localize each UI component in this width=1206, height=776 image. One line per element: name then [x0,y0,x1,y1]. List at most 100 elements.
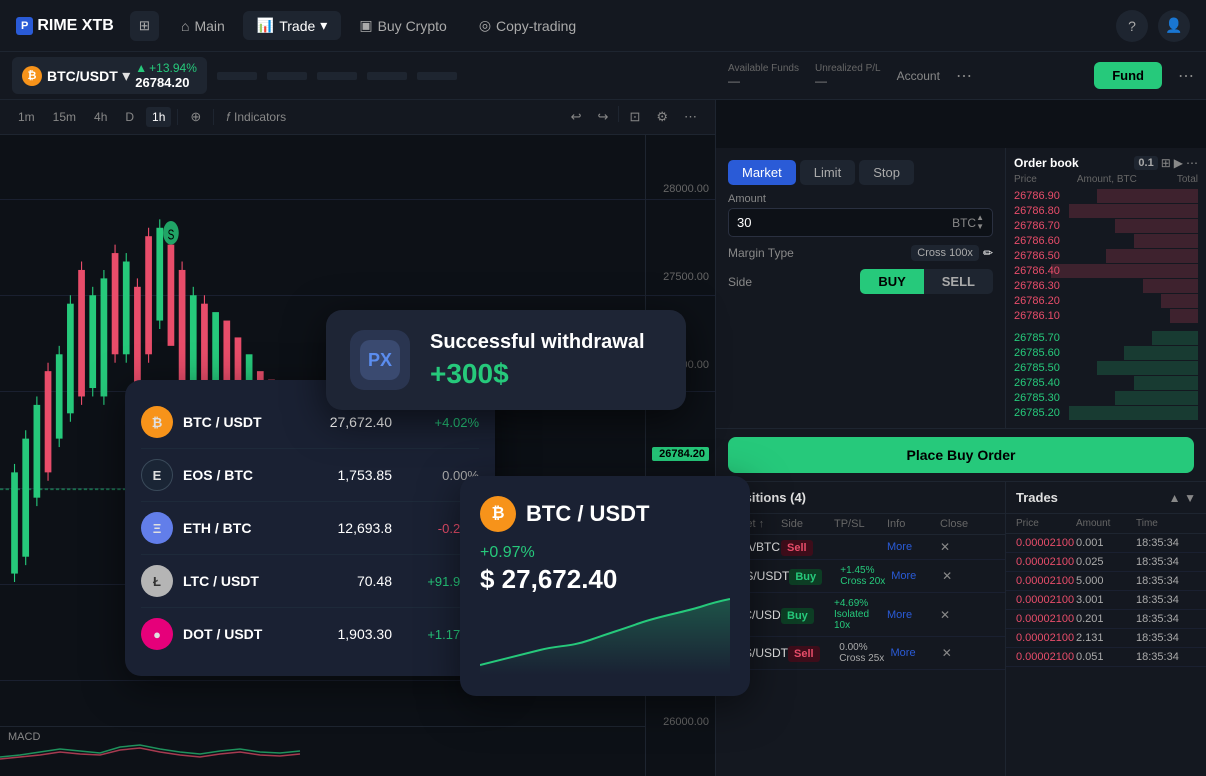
place-buy-order-btn[interactable]: Place Buy Order [728,437,1194,473]
chart-crosshair-btn[interactable]: ⊕ [184,106,207,128]
asset-row-eos[interactable]: E EOS / BTC 1,753.85 0.00% [141,449,479,502]
settings-chart-btn[interactable]: ⚙ [650,106,674,128]
indicators-icon: 𝑓 [226,110,230,125]
eos-asset-price: 1,753.85 [312,467,392,483]
ob-bar [1152,331,1198,345]
ticker-badge[interactable]: ₿ BTC/USDT ▾ ▲+13.94% 26784.20 [12,57,207,94]
stop-tab[interactable]: Stop [859,160,914,185]
trades-down-btn[interactable]: ▼ [1184,491,1196,505]
position-close[interactable]: ✕ [940,540,993,554]
sell-side-btn[interactable]: SELL [924,269,993,294]
amount-input-row[interactable]: BTC ▲ ▼ [728,208,993,237]
account-label: Account [897,69,940,83]
logo-icon: P [16,17,33,35]
account-dots-btn[interactable]: ⋯ [956,66,972,86]
copy-trading-nav-item[interactable]: ◎ Copy-trading [465,11,590,40]
account-more-btn[interactable]: ⋯ [1178,66,1194,86]
ob-col-amount: Amount, BTC [1077,174,1137,185]
ob-bar [1115,219,1198,233]
ltc-asset-name: LTC / USDT [183,573,302,589]
tf-4h[interactable]: 4h [88,107,113,127]
ob-ask-2: 26786.80 [1014,204,1198,218]
user-icon-btn[interactable]: 👤 [1158,10,1190,42]
amount-up-arrow[interactable]: ▲ [976,214,984,222]
asset-row-eth[interactable]: Ξ ETH / BTC 12,693.8 -0.28% [141,502,479,555]
buy-crypto-nav-item[interactable]: ▣ Buy Crypto [345,11,460,40]
limit-tab[interactable]: Limit [800,160,855,185]
chart-card-price: $ 27,672.40 [480,564,730,595]
tf-1m[interactable]: 1m [12,107,41,127]
macd-svg [0,727,645,776]
position-change: 0.00% Cross 25x [839,642,890,664]
amount-input[interactable] [737,215,952,230]
redo-btn[interactable]: ↪ [592,106,615,128]
btc-asset-icon: ₿ [141,406,173,438]
mini-ticker-bar-4 [367,72,407,80]
position-close[interactable]: ✕ [942,569,993,583]
trade-rows: 0.00002100 0.001 18:35:34 0.00002100 0.0… [1006,534,1206,667]
tf-d[interactable]: D [119,107,140,127]
notif-icon: PX [360,340,400,380]
ob-bar [1134,376,1198,390]
position-more[interactable]: More [891,570,942,582]
position-more[interactable]: More [887,541,940,553]
ob-play-icon[interactable]: ▶ [1174,156,1183,170]
account-field: Account [897,69,940,83]
logo: P RIME XTB [16,17,114,35]
eth-asset-name: ETH / BTC [183,520,302,536]
ob-bar [1069,406,1198,420]
ob-more-icon[interactable]: ⋯ [1186,156,1198,170]
macd-area: MACD [0,726,645,776]
amount-down-arrow[interactable]: ▼ [976,223,984,231]
eos-asset-icon: E [141,459,173,491]
margin-edit-icon[interactable]: ✏ [983,246,993,260]
asset-row-ltc[interactable]: Ł LTC / USDT 70.48 +91.99% [141,555,479,608]
trades-up-btn[interactable]: ▲ [1169,491,1181,505]
asset-row-dot[interactable]: ● DOT / USDT 1,903.30 +1.170% [141,608,479,660]
buy-crypto-label: Buy Crypto [378,18,447,34]
position-close[interactable]: ✕ [942,646,993,660]
dot-asset-icon: ● [141,618,173,650]
copy-icon: ◎ [479,17,491,34]
fund-button[interactable]: Fund [1094,62,1162,89]
buy-side-btn[interactable]: BUY [860,269,923,294]
price-highlight: 26784.20 [652,447,709,461]
indicators-btn[interactable]: 𝑓 Indicators [220,107,292,128]
amount-label: Amount [728,193,993,205]
ob-size[interactable]: 0.1 [1134,156,1157,170]
positions-table: Asset ↑ Side TP/SL Info Close ADA/BTC Se… [716,514,1005,776]
position-close[interactable]: ✕ [940,608,993,622]
trade-row: 0.00002100 5.000 18:35:34 [1006,572,1206,591]
price-26000: 26000.00 [652,716,709,728]
position-row-axs: AXS/USDT Sell 0.00% Cross 25x More ✕ [716,637,1005,670]
available-funds-value: — [728,74,799,88]
ob-grid-icon[interactable]: ⊞ [1161,156,1171,170]
price-28000: 28000.00 [652,183,709,195]
undo-btn[interactable]: ↩ [565,106,588,128]
ob-ask-3: 26786.70 [1014,219,1198,233]
help-icon-btn[interactable]: ? [1116,10,1148,42]
available-funds-field: Available Funds — [728,63,799,88]
eth-asset-icon: Ξ [141,512,173,544]
trade-row: 0.00002100 0.051 18:35:34 [1006,648,1206,667]
grid-icon-btn[interactable]: ⊞ [130,11,159,41]
tf-15m[interactable]: 15m [47,107,82,127]
ob-bid-rows: 26785.70 26785.60 26785.50 26785.40 [1014,331,1198,420]
notif-icon-text: PX [368,350,392,371]
screenshot-btn[interactable]: ⊡ [623,106,646,128]
trades-col-price: Price [1016,518,1076,529]
market-tab[interactable]: Market [728,160,796,185]
chart-more-btn[interactable]: ⋯ [678,106,703,128]
position-more[interactable]: More [891,647,942,659]
trade-nav-item[interactable]: 📊 Trade ▾ [243,11,342,40]
unrealized-label: Unrealized P/L [815,63,881,74]
btc-asset-name: BTC / USDT [183,414,302,430]
btc-chart-card: ₿ BTC / USDT +0.97% $ 27,672.40 [460,476,750,696]
position-more[interactable]: More [887,609,940,621]
ob-bid-2: 26785.60 [1014,346,1198,360]
ob-bar [1161,294,1198,308]
tf-1h[interactable]: 1h [146,107,171,127]
ob-ask-1: 26786.90 [1014,189,1198,203]
main-nav-item[interactable]: ⌂ Main [167,12,239,40]
trades-section: Trades ▲ ▼ Price Amount Time 0.00002100 … [1006,482,1206,776]
